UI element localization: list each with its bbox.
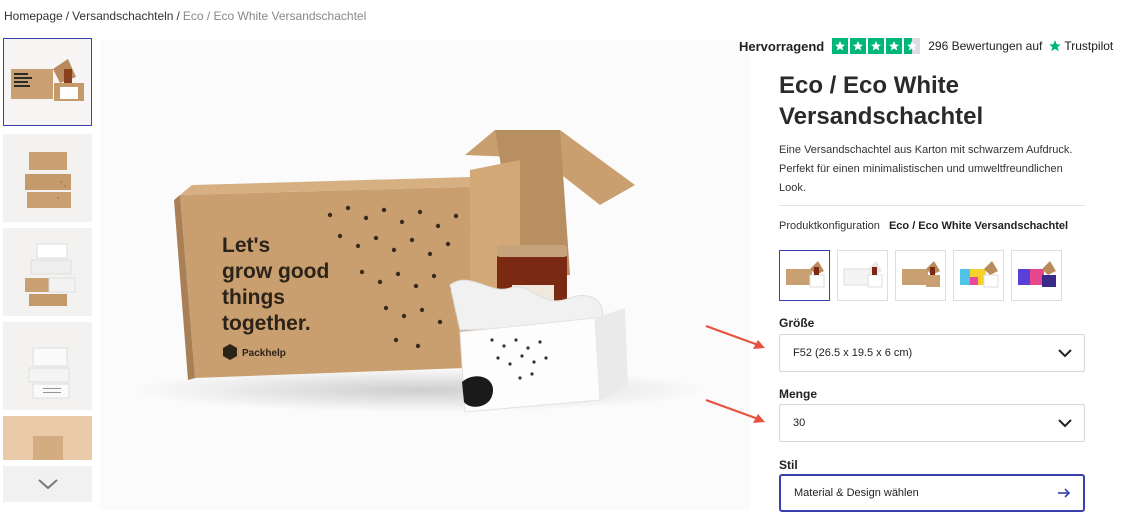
variant-swatch-2[interactable]: [837, 250, 888, 301]
trustpilot-brand: Trustpilot: [1064, 39, 1114, 53]
divider: [779, 205, 1085, 206]
style-label: Stil: [779, 458, 798, 472]
product-description: Eine Versandschachtel aus Karton mit sch…: [779, 144, 1073, 194]
size-select-value: F52 (26.5 x 19.5 x 6 cm): [793, 347, 913, 359]
hero-box-brand: Packhelp: [242, 348, 286, 359]
variant-swatch-3[interactable]: [895, 250, 946, 301]
chevron-down-icon: [37, 479, 58, 490]
star-half-icon: [904, 38, 921, 54]
thumbnail-2[interactable]: [3, 134, 92, 222]
annotation-arrow-icon: [705, 398, 765, 423]
star-icon: [832, 38, 849, 54]
chevron-down-icon: [1058, 349, 1072, 358]
chevron-down-icon: [1058, 419, 1072, 428]
hero-box-text-line-2: grow good: [222, 260, 329, 283]
product-title: Eco / Eco White Versandschachtel: [779, 72, 984, 130]
star-icon: [850, 38, 867, 54]
thumbnail-scroll-down-button[interactable]: [3, 466, 92, 502]
star-icon: [886, 38, 903, 54]
arrow-right-icon: [1058, 488, 1071, 498]
trustpilot-star-icon: [1049, 40, 1062, 52]
star-icon: [868, 38, 885, 54]
hero-box-text-line-1: Let's: [222, 234, 270, 257]
product-configuration: Produktkonfiguration Eco / Eco White Ver…: [779, 220, 1068, 232]
choose-material-design-button[interactable]: Material & Design wählen: [779, 474, 1085, 512]
breadcrumb-versandschachteln-link[interactable]: Versandschachteln: [72, 9, 173, 23]
size-label: Größe: [779, 316, 815, 330]
style-button-label: Material & Design wählen: [794, 487, 919, 499]
variant-selector: [779, 250, 1062, 301]
size-select[interactable]: F52 (26.5 x 19.5 x 6 cm): [779, 334, 1085, 372]
breadcrumb: Homepage / Versandschachteln / Eco / Eco Whi…: [4, 9, 366, 23]
config-label: Produktkonfiguration: [779, 220, 880, 232]
variant-swatch-4[interactable]: [953, 250, 1004, 301]
thumbnail-1[interactable]: [3, 38, 92, 126]
trustpilot-logo[interactable]: Trustpilot: [1048, 39, 1113, 53]
quantity-select[interactable]: 30: [779, 404, 1085, 442]
thumbnail-4[interactable]: [3, 322, 92, 410]
thumbnail-3[interactable]: [3, 228, 92, 316]
config-value: Eco / Eco White Versandschachtel: [888, 220, 1069, 232]
rating-stars: [832, 38, 921, 54]
quantity-select-value: 30: [793, 417, 806, 429]
variant-swatch-1[interactable]: [779, 250, 830, 301]
main-product-image[interactable]: Let's grow good things together. Packhel…: [100, 40, 750, 510]
variant-swatch-5[interactable]: [1011, 250, 1062, 301]
annotation-arrow-icon: [705, 324, 765, 349]
reviews-count: 296 Bewertungen auf: [928, 39, 1043, 53]
quantity-label: Menge: [779, 387, 818, 401]
trustpilot-rating[interactable]: Hervorragend 296 Bewertungen auf Trustpi…: [739, 37, 1113, 55]
breadcrumb-current: Eco / Eco White Versandschachtel: [182, 9, 367, 23]
breadcrumb-separator: /: [176, 9, 180, 23]
breadcrumb-separator: /: [65, 9, 70, 23]
thumbnail-5[interactable]: [3, 416, 92, 460]
hero-box-text-line-3: things: [222, 286, 285, 309]
rating-label: Hervorragend: [739, 38, 825, 54]
hero-box-text-line-4: together.: [222, 312, 311, 335]
breadcrumb-homepage-link[interactable]: Homepage: [4, 9, 63, 23]
